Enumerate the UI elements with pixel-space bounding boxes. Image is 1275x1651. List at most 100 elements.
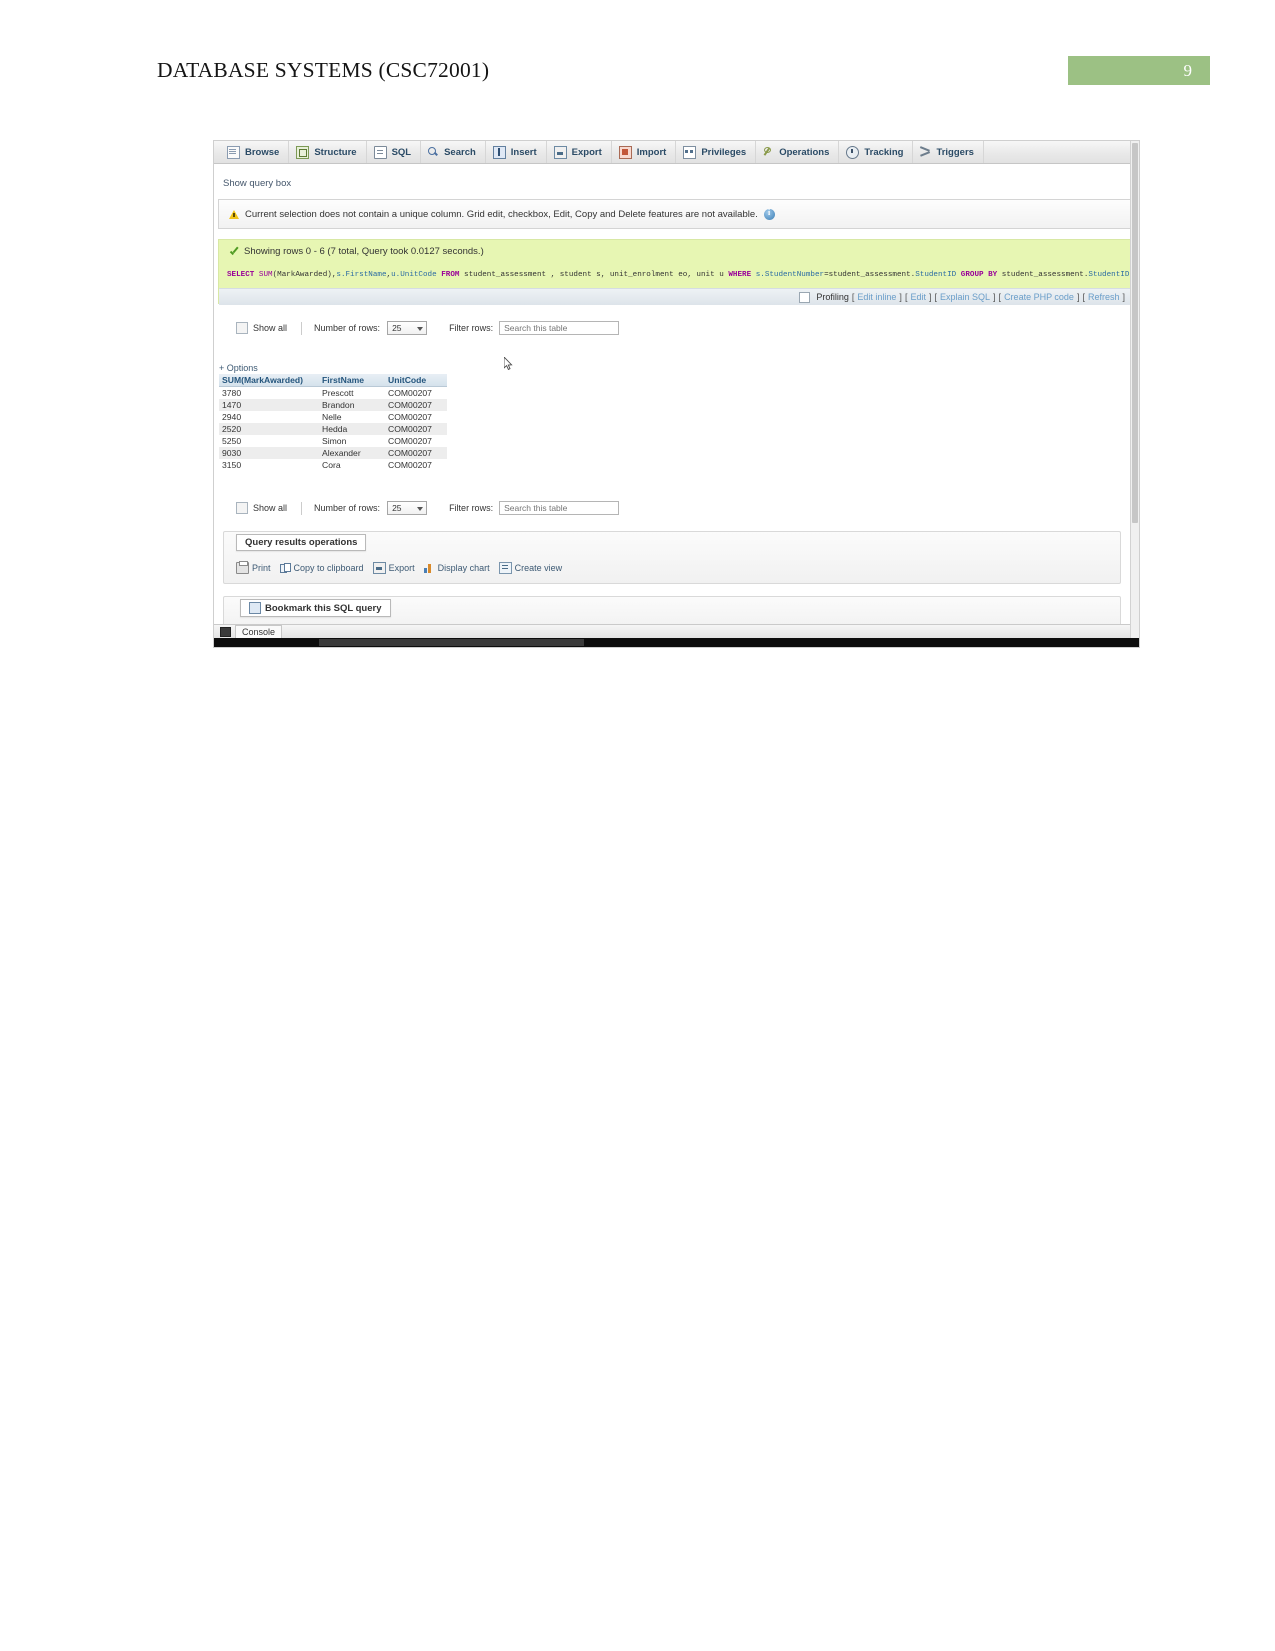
tab-export[interactable]: Export [547,141,612,163]
tab-search[interactable]: Search [421,141,486,163]
bracket-close: ] [899,292,902,302]
cell-firstname: Nelle [319,411,385,423]
display-chart-label: Display chart [437,563,490,573]
bar-chart-icon [423,563,435,573]
rows-per-page-select-bottom[interactable]: 25 [387,501,428,515]
column-header-firstname[interactable]: FirstName [319,374,385,387]
profiling-label: Profiling [816,292,849,302]
print-label: Print [252,563,271,573]
bookmark-icon [249,602,261,614]
tab-triggers[interactable]: Triggers [913,141,984,163]
mouse-cursor [504,357,513,370]
operations-icon [763,146,774,158]
column-header-unitcode[interactable]: UnitCode [385,374,447,387]
sql-query-text[interactable]: SELECT SUM(MarkAwarded),s.FirstName,u.Un… [219,266,1133,285]
number-of-rows-label-top: Number of rows: [314,323,381,333]
results-controls-top: Show all Number of rows: 25 Filter rows: [236,319,836,337]
show-all-checkbox-top[interactable] [236,322,248,334]
sql-icon [373,145,387,159]
cell-sum: 3150 [219,459,319,471]
filter-rows-input-bottom[interactable] [499,501,620,515]
cell-firstname: Prescott [319,386,385,399]
privileges-icon [683,145,697,159]
tab-sql[interactable]: SQL [367,141,422,163]
table-row: 5250 Simon COM00207 [219,435,447,447]
export-action[interactable]: Export [372,562,415,574]
browse-icon [227,145,240,159]
show-query-box-link[interactable]: Show query box [223,178,291,189]
export-icon [372,562,386,574]
clipboard-icon [279,563,291,573]
cell-unitcode: COM00207 [385,411,447,423]
console-icon [220,626,231,637]
options-toggle[interactable]: + Options [219,363,258,373]
tab-import[interactable]: Import [612,141,677,163]
check-icon [229,247,239,257]
display-chart-action[interactable]: Display chart [423,563,490,573]
edit-link[interactable]: Edit [910,292,926,302]
refresh-link[interactable]: Refresh [1088,292,1120,302]
triggers-icon [920,147,931,158]
show-all-label-top: Show all [253,323,288,333]
bookmark-legend: Bookmark this SQL query [240,599,391,617]
bracket-close-5: ] [1122,292,1125,302]
divider-bottom [301,501,303,515]
horizontal-scrollbar-thumb[interactable] [319,639,584,646]
bracket-open-2: [ [904,292,908,302]
tab-operations-label: Operations [779,146,830,158]
tab-privileges[interactable]: Privileges [676,141,757,163]
cell-firstname: Cora [319,459,385,471]
bracket-open: [ [851,292,855,302]
bookmark-label: Bookmark this SQL query [265,602,382,614]
printer-icon [236,561,249,574]
create-php-code-link[interactable]: Create PHP code [1004,292,1074,302]
create-view-action[interactable]: Create view [498,562,562,574]
table-row: 1470 Brandon COM00207 [219,399,447,411]
query-results-operations-legend: Query results operations [236,534,367,551]
query-results-table: SUM(MarkAwarded) FirstName UnitCode 3780… [219,374,447,471]
vertical-scrollbar[interactable] [1130,141,1139,647]
cell-unitcode: COM00207 [385,386,447,399]
tab-insert[interactable]: Insert [486,141,547,163]
tab-browse-label: Browse [245,146,280,158]
explain-sql-link[interactable]: Explain SQL [940,292,990,302]
vertical-scrollbar-thumb[interactable] [1132,143,1138,523]
cell-firstname: Alexander [319,447,385,459]
rows-per-page-value-top: 25 [392,323,402,333]
unique-column-warning: Current selection does not contain a uni… [218,199,1132,229]
info-circle-icon[interactable] [763,208,775,220]
show-all-checkbox-bottom[interactable] [236,502,248,514]
query-status-text: Showing rows 0 - 6 (7 total, Query took … [244,246,484,257]
tab-insert-label: Insert [510,146,537,158]
table-row: 3150 Cora COM00207 [219,459,447,471]
console-bar[interactable]: Console [214,624,1139,639]
bracket-open-4: [ [998,292,1002,302]
print-action[interactable]: Print [236,561,271,574]
tab-privileges-label: Privileges [701,146,747,158]
filter-rows-input-top[interactable] [499,321,620,335]
tab-operations[interactable]: Operations [756,141,840,163]
chevron-down-icon [417,507,424,511]
cell-firstname: Brandon [319,399,385,411]
tab-structure[interactable]: Structure [289,141,367,163]
search-icon [428,146,439,158]
tab-browse[interactable]: Browse [220,141,290,163]
edit-inline-link[interactable]: Edit inline [857,292,896,302]
tab-tracking[interactable]: Tracking [839,141,914,163]
table-row: 2520 Hedda COM00207 [219,423,447,435]
cell-sum: 9030 [219,447,319,459]
tab-export-label: Export [571,146,602,158]
tab-structure-label: Structure [314,146,357,158]
divider-top [301,321,303,335]
rows-per-page-select-top[interactable]: 25 [387,321,428,335]
bracket-open-5: [ [1082,292,1085,302]
horizontal-scrollbar[interactable] [214,638,1139,647]
profiling-checkbox[interactable] [799,291,811,303]
copy-to-clipboard-action[interactable]: Copy to clipboard [279,563,364,573]
export-icon [553,145,567,159]
cell-unitcode: COM00207 [385,423,447,435]
column-header-sum[interactable]: SUM(MarkAwarded) [219,374,319,387]
cell-sum: 2940 [219,411,319,423]
results-controls-bottom: Show all Number of rows: 25 Filter rows: [236,499,836,517]
bracket-close-2: ] [928,292,932,302]
